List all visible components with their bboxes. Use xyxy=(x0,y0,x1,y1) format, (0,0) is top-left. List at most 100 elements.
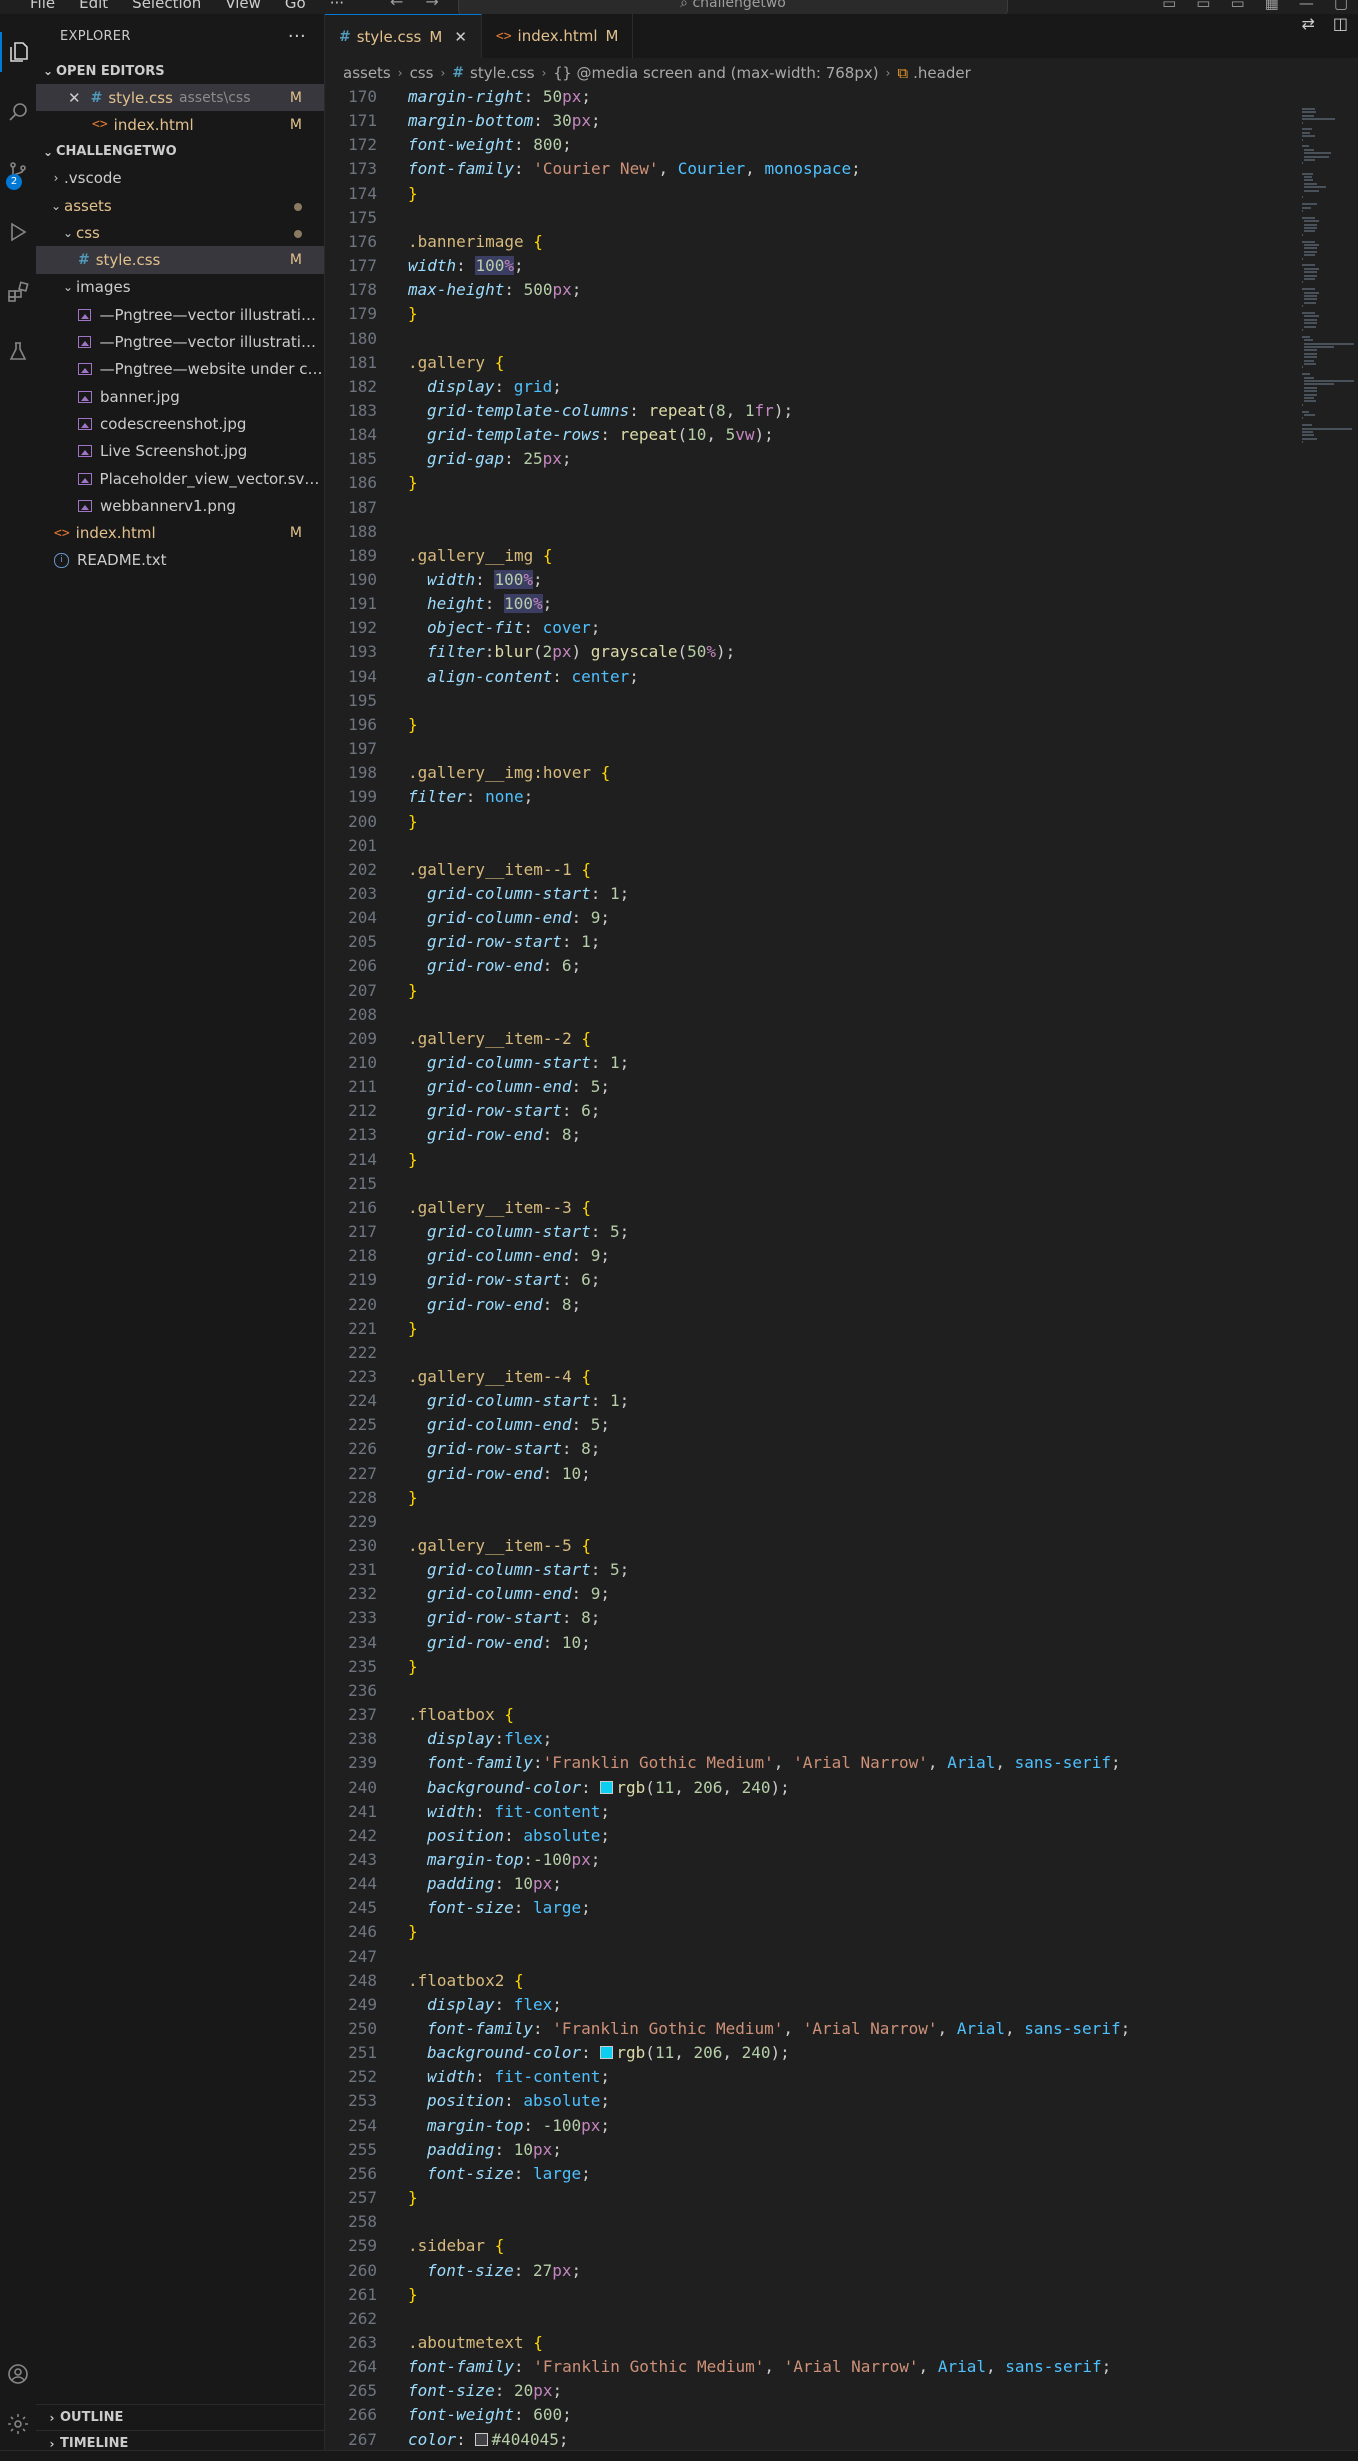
code-line[interactable]: 244 padding: 10px; xyxy=(325,1872,1325,1896)
source-control-icon[interactable]: 2 xyxy=(0,152,36,192)
code-line[interactable]: 250 font-family: 'Franklin Gothic Medium'… xyxy=(325,2017,1325,2041)
code-line[interactable]: 255 padding: 10px; xyxy=(325,2138,1325,2162)
tree-file-image[interactable]: Live Screenshot.jpg xyxy=(36,438,324,465)
tree-file-image[interactable]: codescreenshot.jpg xyxy=(36,410,324,437)
code-line[interactable]: 246} xyxy=(325,1920,1325,1944)
compare-changes-icon[interactable]: ⇄ xyxy=(1301,14,1314,33)
code-line[interactable]: 242 position: absolute; xyxy=(325,1824,1325,1848)
code-line[interactable]: 230 .gallery__item--5 { xyxy=(325,1534,1325,1558)
code-line[interactable]: 215 xyxy=(325,1172,1325,1196)
code-line[interactable]: 188 xyxy=(325,520,1325,544)
explorer-icon[interactable] xyxy=(0,32,36,72)
code-line[interactable]: 208 xyxy=(325,1003,1325,1027)
code-line[interactable]: 221} xyxy=(325,1317,1325,1341)
code-line[interactable]: 234 grid-row-end: 10; xyxy=(325,1631,1325,1655)
code-line[interactable]: 241 width: fit-content; xyxy=(325,1800,1325,1824)
project-section[interactable]: ⌄ CHALLENGETWO xyxy=(36,139,324,165)
code-line[interactable]: 229 xyxy=(325,1510,1325,1534)
breadcrumb-item[interactable]: assets xyxy=(343,64,391,82)
menu-view[interactable]: View xyxy=(225,0,261,12)
code-line[interactable]: 232 grid-column-end: 9; xyxy=(325,1582,1325,1606)
back-arrow-icon[interactable]: ← xyxy=(390,0,403,11)
split-editor-icon[interactable]: ◫ xyxy=(1333,14,1348,33)
close-icon[interactable]: ✕ xyxy=(68,89,81,107)
toggle-secondary-sidebar-icon[interactable]: ▭ xyxy=(1230,0,1244,12)
code-line[interactable]: 181 .gallery { xyxy=(325,351,1325,375)
code-line[interactable]: 185 grid-gap: 25px; xyxy=(325,447,1325,471)
menu-file[interactable]: File xyxy=(30,0,55,12)
code-line[interactable]: 266 font-weight: 600; xyxy=(325,2403,1325,2427)
code-line[interactable]: 220 grid-row-end: 8; xyxy=(325,1293,1325,1317)
code-line[interactable]: 184 grid-template-rows: repeat(10, 5vw); xyxy=(325,423,1325,447)
tree-file-style-css[interactable]: # style.css M xyxy=(36,246,324,274)
code-line[interactable]: 249 display: flex; xyxy=(325,1993,1325,2017)
minimap[interactable] xyxy=(1298,88,1358,2450)
code-line[interactable]: 182 display: grid; xyxy=(325,375,1325,399)
code-line[interactable]: 238 display:flex; xyxy=(325,1727,1325,1751)
code-line[interactable]: 252 width: fit-content; xyxy=(325,2065,1325,2089)
code-line[interactable]: 217 grid-column-start: 5; xyxy=(325,1220,1325,1244)
code-line[interactable]: 239 font-family:'Franklin Gothic Medium',… xyxy=(325,1751,1325,1775)
code-line[interactable]: 256 font-size: large; xyxy=(325,2162,1325,2186)
code-line[interactable]: 218 grid-column-end: 9; xyxy=(325,1244,1325,1268)
tree-file-image[interactable]: —Pngtree—vector illustration... xyxy=(36,301,324,328)
code-line[interactable]: 190 width: 100%; xyxy=(325,568,1325,592)
tree-folder-images[interactable]: ⌄ images xyxy=(36,274,324,301)
menu-go[interactable]: Go xyxy=(285,0,306,12)
close-icon[interactable]: ✕ xyxy=(454,28,467,46)
code-line[interactable]: 251 background-color: rgb(11, 206, 240); xyxy=(325,2041,1325,2065)
code-line[interactable]: 219 grid-row-start: 6; xyxy=(325,1268,1325,1292)
code-line[interactable]: 212 grid-row-start: 6; xyxy=(325,1099,1325,1123)
breadcrumb-item[interactable]: .header xyxy=(913,64,971,82)
code-line[interactable]: 247 xyxy=(325,1945,1325,1969)
search-icon[interactable] xyxy=(0,92,36,132)
outline-section[interactable]: › OUTLINE xyxy=(36,2404,324,2430)
code-line[interactable]: 175 xyxy=(325,206,1325,230)
code-line[interactable]: 253 position: absolute; xyxy=(325,2089,1325,2113)
code-line[interactable]: 258 xyxy=(325,2210,1325,2234)
code-line[interactable]: 178 max-height: 500px; xyxy=(325,278,1325,302)
tab-index-html[interactable]: <> index.html M xyxy=(482,14,634,58)
code-line[interactable]: 171 margin-bottom: 30px; xyxy=(325,109,1325,133)
code-line[interactable]: 235} xyxy=(325,1655,1325,1679)
manage-gear-icon[interactable] xyxy=(0,2404,36,2444)
color-swatch[interactable] xyxy=(475,2432,489,2446)
code-line[interactable]: 176 .bannerimage { xyxy=(325,230,1325,254)
code-line[interactable]: 228} xyxy=(325,1486,1325,1510)
open-editors-section[interactable]: ⌄ OPEN EDITORS xyxy=(36,58,324,84)
forward-arrow-icon[interactable]: → xyxy=(425,0,438,11)
code-line[interactable]: 186} xyxy=(325,471,1325,495)
code-line[interactable]: 170 margin-right: 50px; xyxy=(325,88,1325,109)
tree-file-image[interactable]: —Pngtree—website under co... xyxy=(36,356,324,383)
code-line[interactable]: 200} xyxy=(325,810,1325,834)
menu-selection[interactable]: Selection xyxy=(132,0,201,12)
code-line[interactable]: 180 xyxy=(325,327,1325,351)
open-editor-item-style-css[interactable]: ✕ # style.css assets\css M xyxy=(36,84,324,112)
code-line[interactable]: 265 font-size: 20px; xyxy=(325,2379,1325,2403)
breadcrumb-item[interactable]: @media screen and (max-width: 768px) xyxy=(577,64,879,82)
color-swatch[interactable] xyxy=(600,2046,614,2060)
code-line[interactable]: 262 xyxy=(325,2307,1325,2331)
code-line[interactable]: 203 grid-column-start: 1; xyxy=(325,882,1325,906)
code-line[interactable]: 263 .aboutmetext { xyxy=(325,2331,1325,2355)
color-swatch[interactable] xyxy=(600,1780,614,1794)
toggle-panel-icon[interactable]: ▭ xyxy=(1196,0,1210,12)
code-line[interactable]: 216 .gallery__item--3 { xyxy=(325,1196,1325,1220)
code-line[interactable]: 227 grid-row-end: 10; xyxy=(325,1462,1325,1486)
code-line[interactable]: 259 .sidebar { xyxy=(325,2234,1325,2258)
tree-file-image[interactable]: webbannerv1.png xyxy=(36,492,324,519)
code-line[interactable]: 264 font-family: 'Franklin Gothic Medium'… xyxy=(325,2355,1325,2379)
code-line[interactable]: 214} xyxy=(325,1148,1325,1172)
code-line[interactable]: 193 filter:blur(2px) grayscale(50%); xyxy=(325,640,1325,664)
code-line[interactable]: 206 grid-row-end: 6; xyxy=(325,954,1325,978)
code-line[interactable]: 196} xyxy=(325,713,1325,737)
code-line[interactable]: 205 grid-row-start: 1; xyxy=(325,930,1325,954)
code-line[interactable]: 194 align-content: center; xyxy=(325,665,1325,689)
code-line[interactable]: 257} xyxy=(325,2186,1325,2210)
run-debug-icon[interactable] xyxy=(0,212,36,252)
code-line[interactable]: 207} xyxy=(325,979,1325,1003)
code-line[interactable]: 210 grid-column-start: 1; xyxy=(325,1051,1325,1075)
customize-layout-icon[interactable]: ▦ xyxy=(1265,0,1279,12)
code-line[interactable]: 240 background-color: rgb(11, 206, 240); xyxy=(325,1776,1325,1800)
extensions-icon[interactable] xyxy=(0,272,36,312)
